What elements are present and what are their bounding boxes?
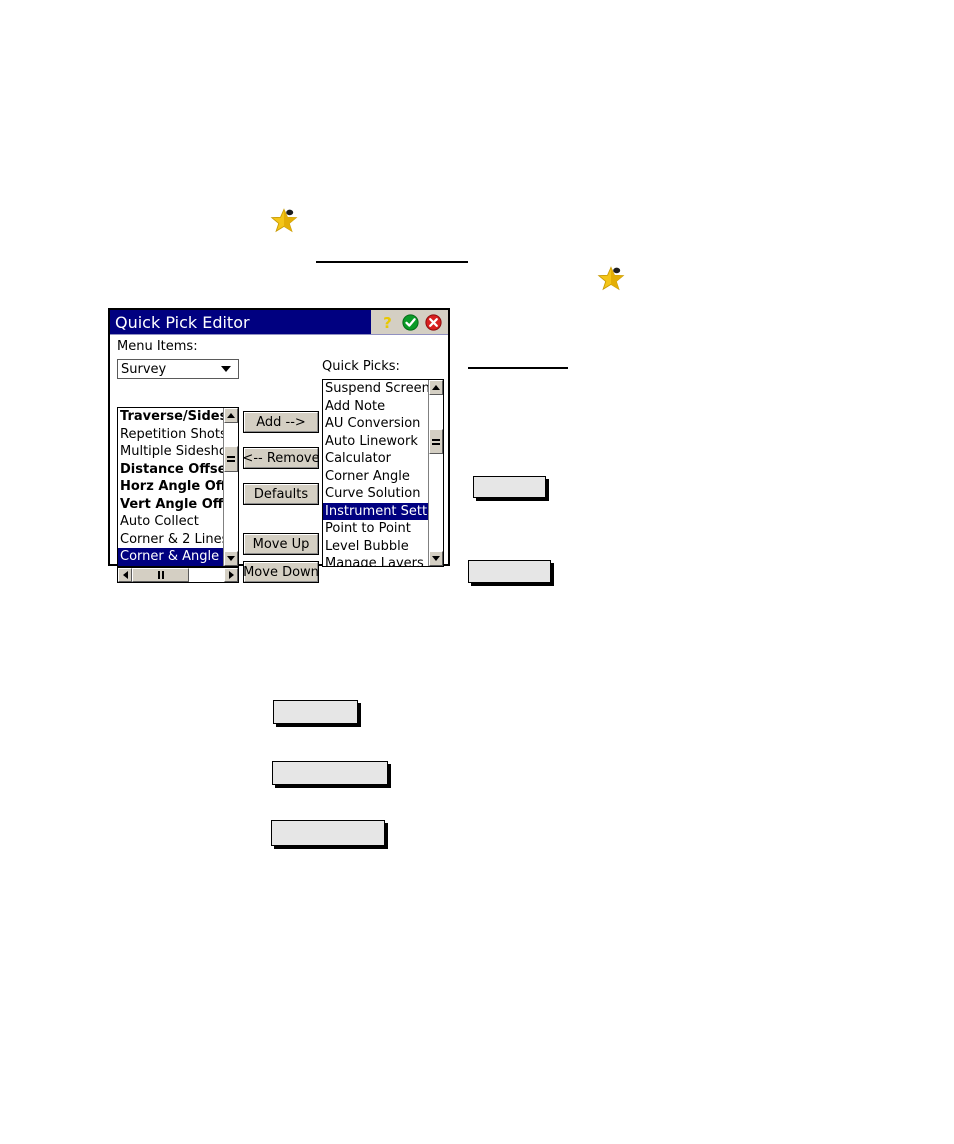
- chevron-down-icon: [221, 366, 231, 372]
- quick-pick-row[interactable]: Calculator: [323, 450, 428, 468]
- remove-button[interactable]: <-- Remove: [242, 447, 320, 469]
- menu-item-row[interactable]: Auto Collect: [118, 513, 223, 531]
- scroll-track[interactable]: [224, 423, 238, 551]
- quick-pick-editor-dialog: Quick Pick Editor ? Menu Items: Survey Q…: [108, 308, 450, 583]
- quick-pick-row[interactable]: Corner Angle: [323, 468, 428, 486]
- quick-pick-row[interactable]: Suspend Screen: [323, 380, 428, 398]
- scroll-left-button[interactable]: [118, 568, 132, 582]
- quick-pick-row[interactable]: Curve Solution: [323, 485, 428, 503]
- scroll-right-button[interactable]: [224, 568, 238, 582]
- redaction-box: [473, 476, 546, 498]
- redaction-rule: [468, 367, 568, 369]
- menu-item-row[interactable]: Multiple Sideshots: [118, 443, 223, 461]
- add-button[interactable]: Add -->: [243, 411, 319, 433]
- redaction-box: [271, 820, 385, 846]
- help-question-icon[interactable]: ?: [379, 314, 396, 332]
- menu-items-vertical-scrollbar[interactable]: [223, 408, 238, 566]
- menu-item-row[interactable]: Corner & Offset: [118, 566, 223, 567]
- quick-picks-listbox[interactable]: Suspend Screen Add Note AU Conversion Auto …: [322, 379, 444, 567]
- add-button-label: Add -->: [244, 412, 318, 432]
- menu-item-row[interactable]: Distance Offset: [118, 461, 223, 479]
- menu-item-row[interactable]: Vert Angle Offset: [118, 496, 223, 514]
- move-up-button-label: Move Up: [244, 534, 318, 554]
- remove-button-label: <-- Remove: [242, 448, 320, 468]
- menu-item-row[interactable]: Corner & 2 Lines: [118, 531, 223, 549]
- redaction-box: [272, 761, 388, 785]
- menu-items-combo-value: Survey: [121, 361, 167, 377]
- quick-pick-row[interactable]: Level Bubble: [323, 538, 428, 556]
- menu-item-row-selected[interactable]: Corner & Angle: [118, 548, 223, 566]
- star-quickpick-icon: [270, 205, 298, 233]
- quick-picks-label: Quick Picks:: [322, 359, 400, 374]
- move-down-button-label: Move Down: [243, 562, 319, 582]
- titlebar-button-group: ?: [371, 310, 448, 334]
- scroll-down-button[interactable]: [429, 551, 443, 566]
- menu-items-list-items: Traverse/SideshotRepetition ShotsMultipl…: [118, 408, 223, 566]
- star-quickpick-icon: [597, 263, 625, 291]
- quick-pick-row[interactable]: Point to Point: [323, 520, 428, 538]
- menu-items-label: Menu Items:: [117, 339, 198, 354]
- menu-item-row[interactable]: Traverse/Sideshot: [118, 408, 223, 426]
- close-x-icon[interactable]: [425, 313, 442, 331]
- menu-item-row[interactable]: Horz Angle Offset: [118, 478, 223, 496]
- dialog-title-bar: Quick Pick Editor ?: [110, 310, 448, 335]
- svg-text:?: ?: [383, 314, 392, 331]
- ok-check-icon[interactable]: [402, 313, 419, 331]
- menu-item-row[interactable]: Repetition Shots: [118, 426, 223, 444]
- redaction-rule: [316, 261, 468, 263]
- scroll-down-button[interactable]: [224, 551, 238, 566]
- quick-picks-list-items: Suspend Screen Add Note AU Conversion Auto …: [323, 380, 428, 566]
- quick-pick-row[interactable]: Auto Linework: [323, 433, 428, 451]
- defaults-button-label: Defaults: [244, 484, 318, 504]
- hscroll-thumb[interactable]: [132, 568, 190, 582]
- redaction-box: [468, 560, 551, 583]
- quick-pick-row-selected[interactable]: Instrument Settings: [323, 502, 428, 520]
- scroll-thumb[interactable]: [224, 446, 238, 472]
- scroll-up-button[interactable]: [224, 408, 238, 423]
- menu-items-listbox[interactable]: Traverse/SideshotRepetition ShotsMultipl…: [117, 407, 239, 567]
- dialog-body: Menu Items: Survey Quick Picks: Traverse…: [110, 335, 448, 583]
- dialog-title: Quick Pick Editor: [115, 312, 250, 332]
- move-up-button[interactable]: Move Up: [243, 533, 319, 555]
- move-down-button[interactable]: Move Down: [243, 561, 319, 583]
- menu-items-combo[interactable]: Survey: [117, 359, 239, 379]
- scroll-up-button[interactable]: [429, 380, 443, 395]
- quick-pick-row[interactable]: Add Note: [323, 398, 428, 416]
- scroll-track[interactable]: [429, 395, 443, 551]
- menu-items-horizontal-scrollbar[interactable]: [117, 567, 239, 583]
- quick-pick-row[interactable]: Manage Layers: [323, 555, 428, 566]
- quick-pick-row[interactable]: AU Conversion: [323, 415, 428, 433]
- scroll-thumb[interactable]: [429, 429, 443, 455]
- redaction-box: [273, 700, 358, 724]
- defaults-button[interactable]: Defaults: [243, 483, 319, 505]
- hscroll-track[interactable]: [132, 568, 224, 582]
- quick-picks-vertical-scrollbar[interactable]: [428, 380, 443, 566]
